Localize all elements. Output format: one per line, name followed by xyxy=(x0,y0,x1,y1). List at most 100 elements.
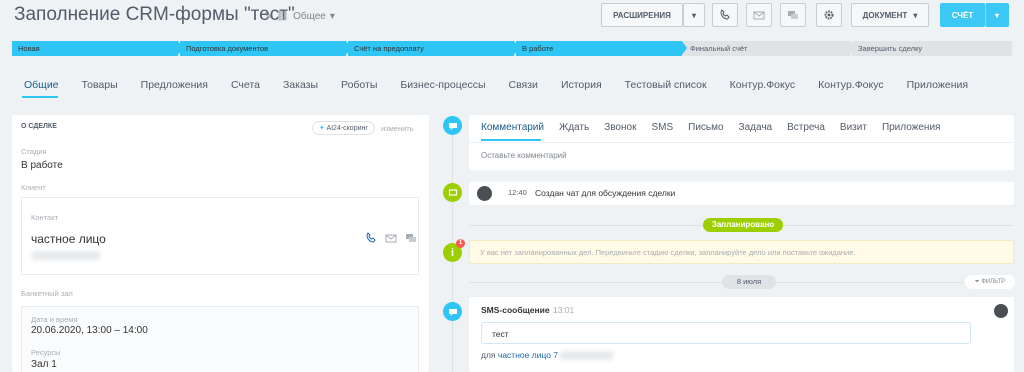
stage-item[interactable]: Счёт на предоплату xyxy=(348,41,519,56)
title-tools: ✎ ⛓ Общее ▾ xyxy=(264,11,335,22)
tab-email[interactable]: Письмо xyxy=(688,122,723,133)
contact-name[interactable]: частное лицо xyxy=(31,232,106,246)
stage-field-label: Стадия xyxy=(21,147,47,156)
stage-label: В работе xyxy=(522,44,554,53)
chat-text[interactable]: Создан чат для обсуждения сделки xyxy=(535,188,675,198)
sms-message: тест xyxy=(481,322,971,344)
avatar xyxy=(994,304,1008,318)
pencil-icon[interactable]: ✎ xyxy=(264,11,272,22)
stage-label: Новая xyxy=(18,44,40,53)
banquet-card: Дата и время 20.06.2020, 13:00 – 14:00 Р… xyxy=(21,306,419,372)
tab-links[interactable]: Связи xyxy=(509,79,538,91)
blurred-phone xyxy=(31,251,101,260)
no-activities-notice: У вас нет запланированных дел. Передвинь… xyxy=(469,240,1014,264)
tab-business-processes[interactable]: Бизнес-процессы xyxy=(400,79,485,91)
stage-label: Подготовка документов xyxy=(186,44,269,53)
tab-kontur-focus-2[interactable]: Контур.Фокус xyxy=(818,79,884,91)
divider xyxy=(783,225,1014,226)
datetime-label: Дата и время xyxy=(31,315,78,324)
tab-comment[interactable]: Комментарий xyxy=(481,122,544,133)
tab-task[interactable]: Задача xyxy=(739,122,773,133)
filter-button[interactable]: ⏷ ФИЛЬТР xyxy=(965,275,1015,289)
stage-item[interactable]: Финальный счёт xyxy=(684,41,855,56)
stage-label: Завершить сделку xyxy=(858,44,923,53)
tab-apps[interactable]: Приложения xyxy=(882,122,941,133)
divider xyxy=(776,282,963,283)
phone-icon[interactable] xyxy=(364,232,378,244)
divider xyxy=(469,142,1014,143)
comment-icon xyxy=(448,122,457,130)
banquet-label: Банкетный зал xyxy=(21,289,73,298)
sms-recipient-prefix: для xyxy=(481,350,496,360)
edit-link[interactable]: изменить xyxy=(381,124,414,133)
comment-dot xyxy=(443,116,462,135)
invoice-button[interactable]: СЧЁТ xyxy=(940,3,985,27)
chat-icon xyxy=(448,188,457,196)
tab-meeting[interactable]: Встреча xyxy=(787,122,825,133)
resources-label: Ресурсы xyxy=(31,348,61,357)
link-icon[interactable]: ⛓ xyxy=(276,11,289,22)
tab-products[interactable]: Товары xyxy=(82,79,118,91)
tab-applications[interactable]: Приложения xyxy=(907,79,968,91)
tab-wait[interactable]: Ждать xyxy=(559,122,589,133)
tab-robots[interactable]: Роботы xyxy=(341,79,377,91)
stage-label: Счёт на предоплату xyxy=(354,44,424,53)
tab-invoices[interactable]: Счета xyxy=(231,79,260,91)
stage-item[interactable]: Подготовка документов xyxy=(180,41,351,56)
active-tab-indicator xyxy=(22,96,58,98)
chevron-down-icon: ▾ xyxy=(329,11,335,22)
extensions-button[interactable]: РАСШИРЕНИЯ xyxy=(601,3,683,27)
divider xyxy=(469,282,722,283)
sms-recipient: для частное лицо 7 xyxy=(481,350,558,360)
sms-title: SMS-сообщение xyxy=(481,305,550,315)
sms-recipient-link[interactable]: частное лицо 7 xyxy=(498,350,558,360)
tab-sms[interactable]: SMS xyxy=(651,122,673,133)
chat-button[interactable] xyxy=(780,3,806,27)
tab-quotes[interactable]: Предложения xyxy=(141,79,208,91)
comment-composer: Комментарий Ждать Звонок SMS Письмо Зада… xyxy=(469,115,1014,170)
stage-item[interactable]: В работе xyxy=(516,41,687,56)
chat-bubbles-icon[interactable] xyxy=(404,232,418,244)
stage-label: Финальный счёт xyxy=(690,44,748,53)
deal-info-card: О СДЕЛКЕ ✦ AI24-скоринг изменить Стадия … xyxy=(12,115,429,372)
settings-button[interactable] xyxy=(816,3,842,27)
chat-time: 12:40 xyxy=(508,188,527,197)
comment-input[interactable]: Оставьте комментарий xyxy=(481,151,567,160)
stage-field-value[interactable]: В работе xyxy=(21,160,63,171)
section-title: О СДЕЛКЕ xyxy=(21,123,57,130)
resources-value[interactable]: Зал 1 xyxy=(31,359,57,370)
chevron-down-icon: ▾ xyxy=(913,10,918,20)
document-button[interactable]: ДОКУМЕНТ ▾ xyxy=(851,3,929,27)
stage-item[interactable]: Завершить сделку xyxy=(852,41,1012,56)
info-icon: i xyxy=(450,246,455,259)
ai-scoring-button[interactable]: ✦ AI24-скоринг xyxy=(312,121,375,135)
tab-call[interactable]: Звонок xyxy=(604,122,636,133)
tab-history[interactable]: История xyxy=(561,79,602,91)
chat-dot xyxy=(443,183,462,202)
ai-scoring-label: AI24-скоринг xyxy=(326,125,368,132)
tab-test-list[interactable]: Тестовый список xyxy=(625,79,707,91)
counter-badge: 1 xyxy=(456,239,465,248)
tab-general[interactable]: Общие xyxy=(24,79,59,91)
page-title: Заполнение CRM-формы "тест" xyxy=(14,4,295,25)
chat-bubbles-icon xyxy=(788,11,798,19)
notice-text: У вас нет запланированных дел. Передвинь… xyxy=(480,248,856,257)
category-select[interactable]: Общее xyxy=(293,11,326,22)
extensions-dropdown-button[interactable]: ▾ xyxy=(683,3,705,27)
datetime-value[interactable]: 20.06.2020, 13:00 – 14:00 xyxy=(31,325,148,336)
tab-visit[interactable]: Визит xyxy=(840,122,867,133)
chevron-down-icon: ▾ xyxy=(691,10,696,20)
tab-kontur-focus[interactable]: Контур.Фокус xyxy=(730,79,796,91)
email-button[interactable] xyxy=(746,3,772,27)
phone-button[interactable] xyxy=(712,3,738,27)
sms-text: тест xyxy=(492,329,509,339)
invoice-label: СЧЁТ xyxy=(951,10,974,20)
invoice-dropdown-button[interactable]: ▾ xyxy=(985,3,1009,27)
tab-orders[interactable]: Заказы xyxy=(283,79,318,91)
envelope-icon[interactable] xyxy=(384,232,398,244)
client-field-label: Клиент xyxy=(21,183,46,192)
contact-card: Контакт частное лицо xyxy=(21,197,419,275)
avatar xyxy=(477,186,492,201)
stage-item[interactable]: Новая xyxy=(12,41,183,56)
stage-bar: Новая Подготовка документов Счёт на пред… xyxy=(12,41,1012,56)
